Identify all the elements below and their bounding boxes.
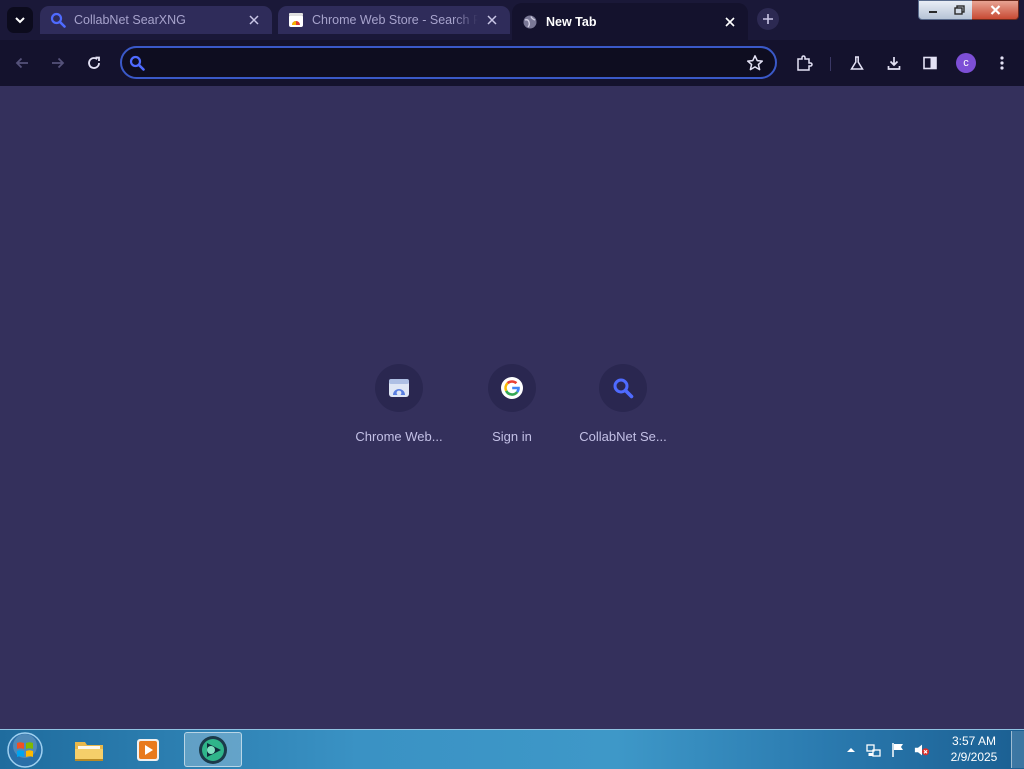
taskbar: 3:57 AM 2/9/2025 — [0, 729, 1024, 769]
close-window-button[interactable] — [972, 0, 1019, 20]
show-hidden-icons-arrow — [847, 748, 855, 752]
tab-search-button[interactable] — [7, 7, 33, 33]
address-input[interactable] — [152, 52, 736, 75]
tab-title: Chrome Web Store - Search Results — [312, 13, 478, 27]
chrome-web-store-icon — [389, 379, 409, 397]
menu-button[interactable] — [990, 51, 1014, 75]
search-icon — [50, 12, 66, 28]
side-panel-button[interactable] — [918, 51, 942, 75]
globe-icon — [522, 14, 538, 30]
chevron-down-icon — [15, 17, 25, 24]
shortcut-icon-circle — [375, 364, 423, 412]
tab-title: CollabNet SearXNG — [74, 13, 186, 27]
tab-title: New Tab — [546, 14, 597, 29]
new-tab-page: Chrome Web... Sign in CollabNet Se... — [0, 86, 1024, 729]
show-desktop-button[interactable] — [1011, 731, 1024, 768]
shortcut-icon-circle — [488, 364, 536, 412]
close-tab-icon[interactable] — [484, 12, 500, 28]
profile-avatar-button[interactable]: c — [956, 53, 976, 73]
volume-tray-button[interactable] — [914, 742, 930, 758]
shortcut-label: Sign in — [492, 429, 532, 444]
restore-icon — [953, 5, 965, 15]
close-tab-icon[interactable] — [722, 14, 738, 30]
minimize-button[interactable] — [918, 0, 948, 20]
new-tab-button[interactable] — [757, 8, 779, 30]
search-icon — [129, 55, 145, 71]
windows-orb-icon — [7, 732, 43, 768]
tab-new-tab[interactable]: New Tab — [512, 3, 748, 40]
download-icon — [887, 57, 901, 70]
toolbar-separator — [830, 57, 831, 71]
shortcut-chrome-web-store[interactable]: Chrome Web... — [343, 362, 455, 452]
reload-icon — [88, 56, 100, 69]
shortcut-sign-in[interactable]: Sign in — [456, 362, 568, 452]
omnibox[interactable] — [120, 46, 777, 79]
downloads-button[interactable] — [882, 51, 906, 75]
file-explorer-icon — [75, 741, 103, 761]
start-button[interactable] — [6, 731, 44, 769]
close-icon — [990, 5, 1000, 15]
clock-time: 3:57 AM — [951, 734, 997, 748]
search-icon — [613, 378, 634, 399]
google-icon — [501, 377, 523, 399]
action-center-flag-icon — [892, 743, 903, 757]
arrow-left-icon — [15, 57, 28, 69]
puzzle-icon — [797, 55, 813, 71]
extensions-button[interactable] — [792, 51, 816, 75]
show-hidden-icons-button[interactable] — [843, 742, 859, 758]
action-center-tray-button[interactable] — [890, 742, 906, 758]
bookmark-star-button[interactable] — [745, 53, 765, 73]
taskbar-browser[interactable] — [184, 732, 242, 767]
shortcut-collabnet-searxng[interactable]: CollabNet Se... — [567, 362, 679, 452]
shortcut-label: CollabNet Se... — [579, 429, 667, 444]
shortcut-label: Chrome Web... — [355, 429, 443, 444]
plus-icon — [763, 14, 773, 24]
reload-button[interactable] — [82, 51, 106, 75]
chrome-web-store-icon — [288, 12, 304, 28]
restore-button[interactable] — [946, 0, 973, 20]
labs-button[interactable] — [845, 51, 869, 75]
kebab-menu-icon — [1000, 56, 1004, 70]
taskbar-media-player[interactable] — [120, 732, 176, 767]
shortcut-icon-circle — [599, 364, 647, 412]
tab-collabnet-searxng[interactable]: CollabNet SearXNG — [40, 6, 272, 34]
arrow-right-icon — [52, 57, 65, 69]
volume-muted-icon — [914, 744, 930, 756]
network-icon — [866, 744, 881, 757]
tab-strip: CollabNet SearXNG Chrome Web Store - Sea… — [0, 0, 1024, 40]
network-tray-button[interactable] — [866, 742, 882, 758]
system-clock[interactable]: 3:57 AM 2/9/2025 — [946, 733, 1002, 765]
side-panel-icon — [923, 56, 937, 70]
minimize-icon — [929, 11, 937, 13]
browser-icon — [199, 735, 227, 764]
taskbar-file-explorer[interactable] — [61, 732, 117, 767]
clock-date: 2/9/2025 — [950, 750, 998, 764]
forward-button[interactable] — [46, 51, 70, 75]
tab-chrome-web-store[interactable]: Chrome Web Store - Search Results — [278, 6, 510, 34]
close-tab-icon[interactable] — [246, 12, 262, 28]
star-icon — [746, 55, 764, 71]
back-button[interactable] — [10, 51, 34, 75]
flask-icon — [850, 56, 864, 70]
media-player-icon — [137, 738, 159, 761]
